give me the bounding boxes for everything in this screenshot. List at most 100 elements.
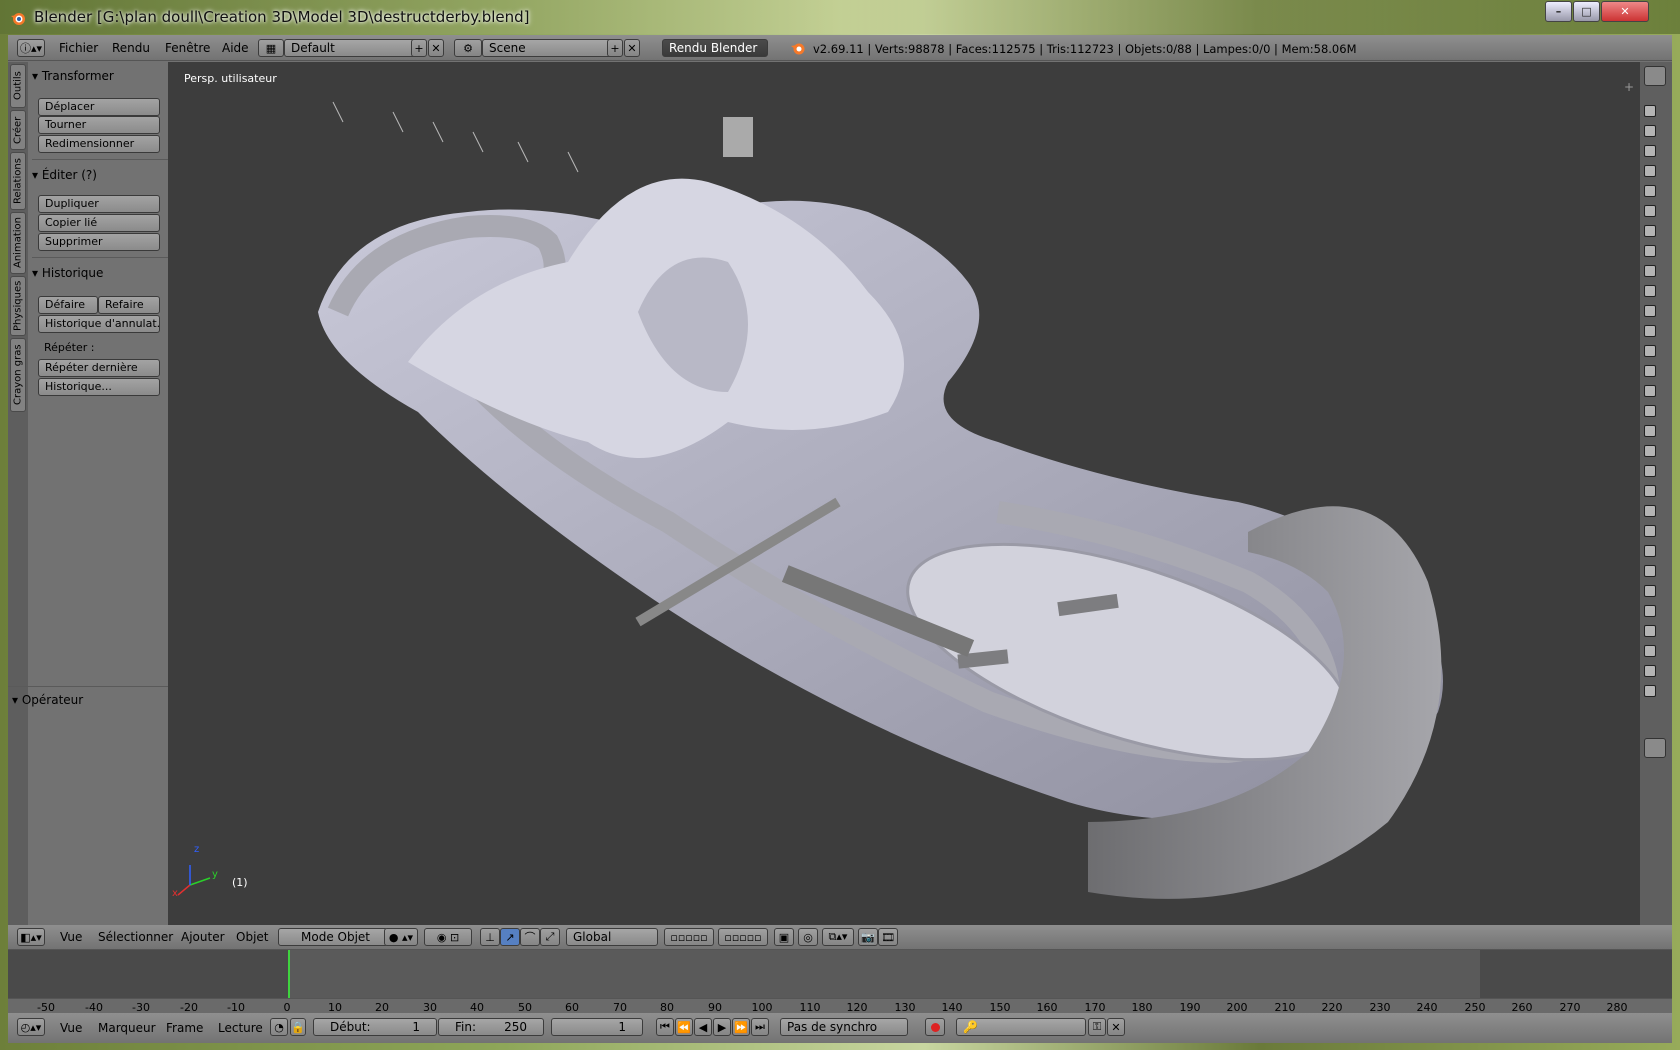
menu-vue[interactable]: Vue: [60, 930, 82, 944]
layer-visibility-icon[interactable]: [1644, 425, 1656, 437]
layer-visibility-icon[interactable]: [1644, 445, 1656, 457]
layer-visibility-icon[interactable]: [1644, 585, 1656, 597]
panel-transform-header[interactable]: ▾ Transformer: [32, 69, 172, 83]
track-model[interactable]: [168, 62, 1640, 925]
layer-visibility-icon[interactable]: [1644, 505, 1656, 517]
current-frame-marker[interactable]: [288, 950, 290, 998]
menu-objet[interactable]: Objet: [236, 930, 268, 944]
panel-edit-header[interactable]: ▾ Éditer (?): [32, 168, 172, 182]
outliner-editor-icon[interactable]: [1644, 66, 1666, 86]
layer-visibility-icon[interactable]: [1644, 245, 1656, 257]
redo-button[interactable]: Refaire: [98, 296, 160, 314]
menu-rendu[interactable]: Rendu: [112, 41, 150, 55]
orientation-select[interactable]: Global: [566, 928, 658, 946]
proportional-edit-icon[interactable]: ◎: [798, 928, 818, 946]
menu-marqueur[interactable]: Marqueur: [98, 1021, 156, 1035]
tab-creer[interactable]: Créer: [10, 110, 26, 150]
screen-layout-icon[interactable]: ▦: [258, 39, 284, 57]
properties-editor-icon[interactable]: [1644, 738, 1666, 758]
menu-fenetre[interactable]: Fenêtre: [165, 41, 210, 55]
layer-visibility-icon[interactable]: [1644, 645, 1656, 657]
layer-visibility-icon[interactable]: [1644, 665, 1656, 677]
layout-select[interactable]: Default: [284, 39, 418, 57]
layer-visibility-icon[interactable]: [1644, 465, 1656, 477]
record-icon[interactable]: [925, 1018, 945, 1036]
render-opengl-icon[interactable]: 📷: [858, 928, 878, 946]
timeline-area[interactable]: [8, 950, 1672, 998]
layer-visibility-icon[interactable]: [1644, 345, 1656, 357]
undo-button[interactable]: Défaire: [38, 296, 98, 314]
delete-button[interactable]: Supprimer: [38, 233, 160, 251]
preview-range-icon[interactable]: ◔: [270, 1018, 288, 1036]
scale-button[interactable]: Redimensionner: [38, 135, 160, 153]
layer-lock-icon[interactable]: ▣: [774, 928, 794, 946]
panel-history-header[interactable]: ▾ Historique: [32, 266, 172, 280]
undo-history-button[interactable]: Historique d'annulat...: [38, 315, 160, 333]
translate-button[interactable]: Déplacer: [38, 98, 160, 116]
layer-visibility-icon[interactable]: [1644, 325, 1656, 337]
tab-relations[interactable]: Relations: [10, 152, 26, 210]
play-icon[interactable]: ▶: [713, 1018, 731, 1036]
current-frame-field[interactable]: 1: [551, 1018, 643, 1036]
minimize-button[interactable]: –: [1545, 1, 1572, 22]
layer-visibility-icon[interactable]: [1644, 605, 1656, 617]
properties-toggle-icon[interactable]: +: [1624, 80, 1634, 94]
menu-aide[interactable]: Aide: [222, 41, 249, 55]
layer-visibility-icon[interactable]: [1644, 285, 1656, 297]
layer-visibility-icon[interactable]: [1644, 625, 1656, 637]
editor-type-3d-view-icon[interactable]: ◧▴▾: [17, 928, 45, 946]
layer-visibility-icon[interactable]: [1644, 205, 1656, 217]
editor-type-info-icon[interactable]: ⓘ▴▾: [17, 39, 45, 57]
mode-select[interactable]: Mode Objet: [278, 928, 388, 946]
close-button[interactable]: ✕: [1601, 1, 1649, 22]
delete-keyframe-icon[interactable]: ✕: [1107, 1018, 1125, 1036]
scene-icon[interactable]: ⚙: [454, 39, 482, 57]
maximize-button[interactable]: □: [1573, 1, 1600, 22]
layer-visibility-icon[interactable]: [1644, 185, 1656, 197]
render-animation-icon[interactable]: 🎞: [878, 928, 898, 946]
sync-mode-select[interactable]: Pas de synchro: [780, 1018, 908, 1036]
jump-start-icon[interactable]: ⏮: [656, 1018, 674, 1036]
insert-keyframe-icon[interactable]: ⚿: [1088, 1018, 1106, 1036]
layers-grid-a[interactable]: ▫▫▫▫▫: [664, 928, 714, 946]
layer-visibility-icon[interactable]: [1644, 385, 1656, 397]
layer-visibility-icon[interactable]: [1644, 305, 1656, 317]
menu-frame[interactable]: Frame: [166, 1021, 203, 1035]
duplicate-button[interactable]: Dupliquer: [38, 195, 160, 213]
layer-visibility-icon[interactable]: [1644, 565, 1656, 577]
layer-visibility-icon[interactable]: [1644, 365, 1656, 377]
tab-physiques[interactable]: Physiques: [10, 276, 26, 336]
translate-manipulator-icon[interactable]: ↗: [500, 928, 520, 946]
remove-scene-icon[interactable]: ✕: [624, 39, 640, 57]
pivot-point-icon[interactable]: ◉ ⊡: [424, 928, 472, 946]
layer-visibility-icon[interactable]: [1644, 525, 1656, 537]
menu-vue[interactable]: Vue: [60, 1021, 82, 1035]
rotate-button[interactable]: Tourner: [38, 116, 160, 134]
menu-lecture[interactable]: Lecture: [218, 1021, 263, 1035]
add-scene-icon[interactable]: +: [607, 39, 623, 57]
layers-grid-b[interactable]: ▫▫▫▫▫: [718, 928, 768, 946]
keying-set-field[interactable]: 🔑: [956, 1018, 1086, 1036]
layer-visibility-icon[interactable]: [1644, 125, 1656, 137]
panel-operator-header[interactable]: ▾ Opérateur: [12, 693, 152, 707]
rotate-manipulator-icon[interactable]: ⌒: [520, 928, 540, 946]
repeat-last-button[interactable]: Répéter dernière: [38, 359, 160, 377]
layer-visibility-icon[interactable]: [1644, 265, 1656, 277]
layer-visibility-icon[interactable]: [1644, 485, 1656, 497]
play-reverse-icon[interactable]: ◀: [694, 1018, 712, 1036]
layer-visibility-icon[interactable]: [1644, 105, 1656, 117]
tab-outils[interactable]: Outils: [10, 64, 26, 108]
layer-visibility-icon[interactable]: [1644, 145, 1656, 157]
editor-type-timeline-icon[interactable]: ◴▴▾: [17, 1018, 45, 1036]
render-engine-select[interactable]: Rendu Blender: [662, 39, 768, 57]
remove-layout-icon[interactable]: ✕: [428, 39, 444, 57]
layer-visibility-icon[interactable]: [1644, 545, 1656, 557]
3d-viewport[interactable]: Persp. utilisateur z y x (1) +: [168, 62, 1640, 925]
add-layout-icon[interactable]: +: [411, 39, 427, 57]
menu-selectionner[interactable]: Sélectionner: [98, 930, 173, 944]
snap-icon[interactable]: ⧉▴▾: [822, 928, 854, 946]
layer-visibility-icon[interactable]: [1644, 405, 1656, 417]
start-frame-field[interactable]: Début: 1: [313, 1018, 437, 1036]
scale-manipulator-icon[interactable]: ⤢: [540, 928, 560, 946]
layer-visibility-icon[interactable]: [1644, 225, 1656, 237]
